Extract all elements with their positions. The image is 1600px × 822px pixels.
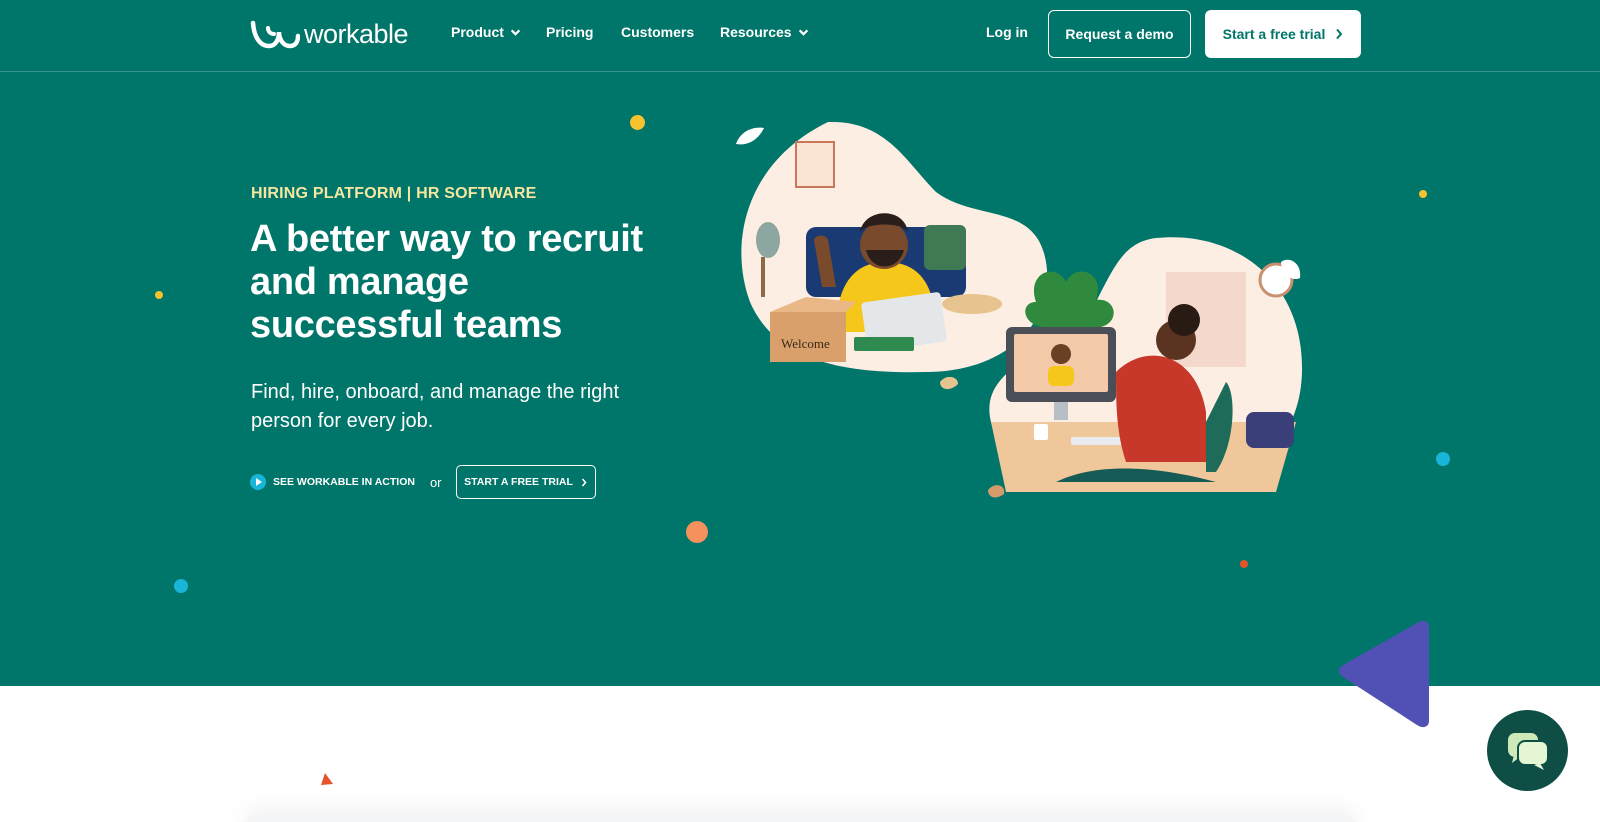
request-demo-button[interactable]: Request a demo <box>1048 10 1191 58</box>
nav-pricing[interactable]: Pricing <box>546 24 593 40</box>
chat-widget-button[interactable] <box>1487 710 1568 791</box>
chevron-down-icon <box>510 29 521 36</box>
nav-product[interactable]: Product <box>451 24 521 40</box>
start-free-trial-button[interactable]: Start a free trial <box>1205 10 1361 58</box>
login-link[interactable]: Log in <box>986 24 1028 40</box>
see-workable-in-action-link[interactable]: SEE WORKABLE IN ACTION <box>250 474 415 490</box>
chevron-down-icon <box>798 29 808 36</box>
chevron-right-icon <box>1336 28 1343 40</box>
or-separator: or <box>429 474 442 490</box>
nav-customers-label: Customers <box>621 24 695 40</box>
top-navigation: workable Product Pricing Customers Resou… <box>0 0 1600 72</box>
nav-resources[interactable]: Resources <box>720 24 809 40</box>
hero-subheadline: Find, hire, onboard, and manage the righ… <box>251 381 620 432</box>
play-icon <box>250 474 266 490</box>
decor-dot <box>155 291 163 299</box>
hero-illustration: Welcome <box>736 122 1303 498</box>
request-demo-label: Request a demo <box>1065 26 1174 42</box>
nav-resources-label: Resources <box>720 24 792 40</box>
decor-dot <box>630 115 645 130</box>
nav-product-label: Product <box>451 24 504 40</box>
login-label: Log in <box>986 24 1028 40</box>
workable-logo[interactable]: workable <box>250 18 409 50</box>
decor-triangle-icon <box>1338 621 1429 728</box>
decor-dot <box>1419 190 1427 198</box>
welcome-box-label: Welcome <box>781 336 830 351</box>
chevron-right-icon <box>581 477 587 487</box>
hero-cta-row: SEE WORKABLE IN ACTION or START A FREE T… <box>250 465 596 499</box>
decor-small-triangle-icon <box>321 773 333 785</box>
workable-logo-mark-icon <box>250 20 300 49</box>
hero-eyebrow: HIRING PLATFORM | HR SOFTWARE <box>251 185 537 202</box>
decor-dot <box>1436 452 1450 466</box>
nav-customers[interactable]: Customers <box>621 24 694 40</box>
decor-dot <box>1240 560 1248 568</box>
start-free-trial-small-label: START A FREE TRIAL <box>464 476 573 488</box>
start-free-trial-label: Start a free trial <box>1222 26 1326 42</box>
hero-section: workable Product Pricing Customers Resou… <box>0 0 1600 728</box>
nav-pricing-label: Pricing <box>546 24 594 40</box>
start-free-trial-small-button[interactable]: START A FREE TRIAL <box>455 465 596 499</box>
decor-dot <box>174 579 188 593</box>
lower-content-card <box>246 814 1356 822</box>
hero-headline: A better way to recruit and manage succe… <box>250 218 643 346</box>
logo-wordmark: workable <box>304 18 409 49</box>
chat-bubbles-icon <box>1507 732 1549 770</box>
decor-dot <box>686 521 708 543</box>
see-workable-label: SEE WORKABLE IN ACTION <box>273 476 415 488</box>
